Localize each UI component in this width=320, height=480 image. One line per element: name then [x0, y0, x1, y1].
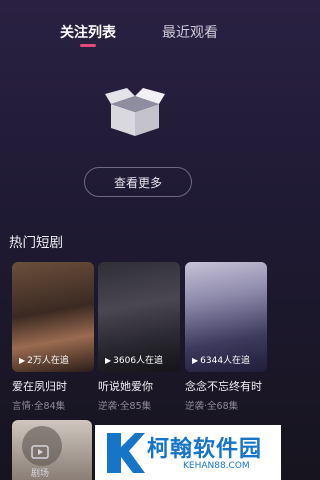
empty-box-icon — [105, 86, 165, 138]
tab-following[interactable]: 关注列表 — [60, 22, 116, 42]
section-title-hot-dramas: 热门短剧 — [9, 235, 63, 251]
watermark: 柯翰软件园 KEHAN88.COM — [95, 425, 281, 480]
drama-card[interactable]: ▶ 6344人在追 念念不忘终有时 逆袭·全68集 — [185, 262, 267, 412]
drama-meta: 逆袭·全68集 — [185, 401, 239, 412]
drama-poster[interactable]: ▶ 2万人在追 — [12, 262, 94, 372]
drama-meta: 言情·全84集 — [12, 401, 66, 412]
tab-recent[interactable]: 最近观看 — [162, 22, 218, 42]
play-icon: ▶ — [105, 356, 112, 365]
top-tabs: 关注列表 最近观看 — [0, 14, 281, 54]
theater-icon — [31, 445, 49, 459]
watermark-url: KEHAN88.COM — [183, 461, 250, 471]
play-icon: ▶ — [192, 356, 199, 365]
drama-title: 爱在夙归时 — [12, 380, 67, 393]
active-tab-indicator — [80, 44, 96, 47]
view-more-button[interactable]: 查看更多 — [84, 167, 192, 197]
play-icon: ▶ — [19, 356, 26, 365]
drama-title: 听说她爱你 — [98, 380, 153, 393]
drama-poster[interactable]: ▶ 6344人在追 — [185, 262, 267, 372]
drama-card[interactable]: ▶ 3606人在追 听说她爱你 逆袭·全85集 — [98, 262, 180, 412]
watermark-brand: 柯翰软件园 — [147, 437, 263, 462]
views-badge: ▶ 3606人在追 — [105, 356, 164, 366]
nav-item-theater[interactable]: 剧场 — [18, 444, 62, 479]
nav-item-label: 剧场 — [30, 469, 49, 479]
drama-meta: 逆袭·全85集 — [98, 401, 152, 412]
views-badge: ▶ 2万人在追 — [19, 356, 69, 366]
brand-logo-icon — [107, 433, 145, 473]
drama-poster[interactable]: ▶ 3606人在追 — [98, 262, 180, 372]
drama-title: 念念不忘终有时 — [185, 380, 262, 393]
views-badge: ▶ 6344人在追 — [192, 356, 251, 366]
drama-card[interactable]: ▶ 2万人在追 爱在夙归时 言情·全84集 — [12, 262, 94, 412]
